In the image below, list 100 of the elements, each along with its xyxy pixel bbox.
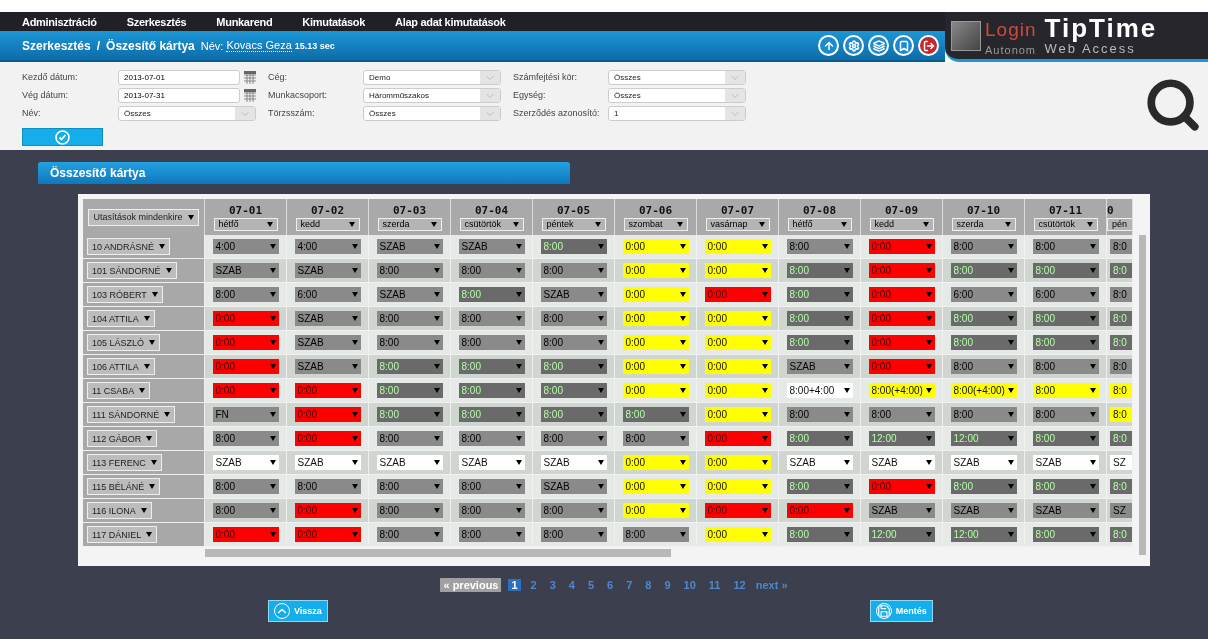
shift-select[interactable]: 8:00 bbox=[1032, 263, 1099, 278]
shift-select[interactable]: 0:00 bbox=[622, 287, 689, 302]
calendar-icon[interactable] bbox=[244, 89, 256, 102]
shift-select[interactable]: 8:0 bbox=[1110, 431, 1132, 446]
shift-select[interactable]: 8:00 bbox=[458, 407, 525, 422]
employee-select[interactable]: 11 CSABA bbox=[87, 382, 151, 399]
shift-select[interactable]: 8:00 bbox=[458, 263, 525, 278]
shift-select[interactable]: 8:00 bbox=[950, 479, 1017, 494]
shift-select[interactable]: 0:00 bbox=[212, 311, 279, 326]
shift-select[interactable]: 8:00+4:00 bbox=[786, 383, 853, 398]
shift-select[interactable]: 0:00 bbox=[704, 407, 771, 422]
shift-select[interactable]: SZAB bbox=[458, 455, 525, 470]
shift-select[interactable]: 8:00 bbox=[458, 431, 525, 446]
shift-select[interactable]: 0:00 bbox=[868, 311, 935, 326]
shift-select[interactable]: 8:00 bbox=[294, 479, 361, 494]
shift-select[interactable]: SZAB bbox=[294, 359, 361, 374]
shift-select[interactable]: 0:00 bbox=[622, 335, 689, 350]
shift-select[interactable]: 8:00 bbox=[376, 527, 443, 542]
shift-select[interactable]: 8:00 bbox=[786, 431, 853, 446]
shift-select[interactable]: 8:00 bbox=[1032, 431, 1099, 446]
shift-select[interactable]: 0:00 bbox=[704, 287, 771, 302]
shift-select[interactable]: 8:00 bbox=[868, 407, 935, 422]
shift-select[interactable]: SZAB bbox=[294, 335, 361, 350]
menu-item[interactable]: Munkarend bbox=[216, 15, 273, 28]
shift-select[interactable]: 0:00 bbox=[704, 503, 771, 518]
employee-select[interactable]: 111 SÁNDORNÉ bbox=[87, 406, 176, 423]
shift-select[interactable]: 8:00 bbox=[950, 359, 1017, 374]
shift-select[interactable]: 0:00 bbox=[294, 503, 361, 518]
select-field[interactable]: Összes bbox=[608, 88, 746, 103]
shift-select[interactable]: 0:00 bbox=[704, 527, 771, 542]
shift-select[interactable]: 8:00 bbox=[376, 479, 443, 494]
shift-select[interactable]: 8:00 bbox=[1032, 359, 1099, 374]
select-field[interactable]: Összes bbox=[363, 106, 501, 121]
shift-select[interactable]: 0:00 bbox=[704, 335, 771, 350]
shift-select[interactable]: 8:00(+4:00) bbox=[868, 383, 935, 398]
shift-select[interactable]: 8:00 bbox=[1032, 239, 1099, 254]
shift-select[interactable]: 8:00 bbox=[212, 431, 279, 446]
employee-select[interactable]: 113 FERENC bbox=[87, 454, 162, 471]
shift-select[interactable]: 0:00 bbox=[704, 359, 771, 374]
shift-select[interactable]: 8:0 bbox=[1110, 263, 1132, 278]
employee-select[interactable]: 112 GÁBOR bbox=[87, 430, 158, 447]
weekday-select[interactable]: vasárnap bbox=[705, 217, 770, 231]
date-field[interactable]: 2013-07-31 bbox=[118, 88, 240, 103]
shift-select[interactable]: 8:0 bbox=[1110, 407, 1132, 422]
shift-select[interactable]: 8:00 bbox=[376, 503, 443, 518]
select-field[interactable]: Háromműszakos bbox=[363, 88, 501, 103]
shift-select[interactable]: SZAB bbox=[786, 359, 853, 374]
shift-select[interactable]: 0:00 bbox=[868, 263, 935, 278]
shift-select[interactable]: 0:00 bbox=[212, 527, 279, 542]
shift-select[interactable]: SZAB bbox=[540, 287, 607, 302]
shift-select[interactable]: 8:00 bbox=[540, 383, 607, 398]
shift-select[interactable]: 0:00 bbox=[868, 239, 935, 254]
employee-select[interactable]: 103 RÓBERT bbox=[87, 286, 163, 303]
shift-select[interactable]: 8:0 bbox=[1110, 335, 1132, 350]
shift-select[interactable]: 8:00 bbox=[950, 239, 1017, 254]
shift-select[interactable]: 0:00 bbox=[212, 335, 279, 350]
shift-select[interactable]: 8:00(+4:00) bbox=[950, 383, 1017, 398]
shift-select[interactable]: 8:00 bbox=[786, 335, 853, 350]
shift-select[interactable]: 8:00 bbox=[458, 503, 525, 518]
vertical-scrollbar[interactable] bbox=[1139, 235, 1146, 555]
shift-select[interactable]: 0:00 bbox=[622, 359, 689, 374]
shift-select[interactable]: 8:00 bbox=[1032, 527, 1099, 542]
shift-select[interactable]: SZAB bbox=[212, 455, 279, 470]
weekday-select[interactable]: pén bbox=[1107, 217, 1132, 231]
bookmark-icon[interactable] bbox=[893, 35, 914, 57]
menu-item[interactable]: Kimutatások bbox=[302, 15, 366, 28]
shift-select[interactable]: SZAB bbox=[868, 503, 935, 518]
bulk-action-select[interactable]: Utasítások mindenkire bbox=[88, 208, 199, 226]
shift-select[interactable]: SZAB bbox=[950, 455, 1017, 470]
shift-select[interactable]: 0:00 bbox=[622, 503, 689, 518]
shift-select[interactable]: 0:00 bbox=[704, 479, 771, 494]
menu-item[interactable]: Szerkesztés bbox=[126, 15, 187, 28]
shift-select[interactable]: SZAB bbox=[1032, 455, 1099, 470]
shift-select[interactable]: 8:0 bbox=[1110, 287, 1132, 302]
select-field[interactable]: Demo bbox=[363, 70, 501, 85]
shift-select[interactable]: SZAB bbox=[376, 239, 443, 254]
shift-select[interactable]: FN bbox=[212, 407, 279, 422]
shift-select[interactable]: 12:00 bbox=[950, 527, 1017, 542]
shift-select[interactable]: 8:00 bbox=[950, 407, 1017, 422]
shift-select[interactable]: 8:0 bbox=[1110, 479, 1132, 494]
search-icon[interactable] bbox=[1144, 76, 1202, 134]
shift-select[interactable]: 8:00 bbox=[458, 287, 525, 302]
shift-select[interactable]: SZAB bbox=[294, 455, 361, 470]
shift-select[interactable]: 8:00 bbox=[786, 239, 853, 254]
shift-select[interactable]: SZAB bbox=[1032, 503, 1099, 518]
shift-select[interactable]: 6:00 bbox=[1032, 287, 1099, 302]
horizontal-scrollbar[interactable] bbox=[205, 549, 671, 557]
shift-select[interactable]: 0:00 bbox=[212, 359, 279, 374]
settings-icon[interactable] bbox=[843, 35, 864, 57]
shift-select[interactable]: SZ bbox=[1110, 455, 1132, 470]
shift-select[interactable]: 8:00 bbox=[540, 335, 607, 350]
shift-select[interactable]: 0:00 bbox=[622, 263, 689, 278]
shift-select[interactable]: 8:0 bbox=[1110, 239, 1132, 254]
shift-select[interactable]: 8:00 bbox=[786, 263, 853, 278]
shift-select[interactable]: 8:0 bbox=[1110, 311, 1132, 326]
weekday-select[interactable]: kedd bbox=[295, 217, 360, 231]
shift-select[interactable]: 0:00 bbox=[786, 503, 853, 518]
shift-select[interactable]: 12:00 bbox=[950, 431, 1017, 446]
shift-select[interactable]: 8:00 bbox=[458, 527, 525, 542]
shift-select[interactable]: 8:00 bbox=[786, 479, 853, 494]
